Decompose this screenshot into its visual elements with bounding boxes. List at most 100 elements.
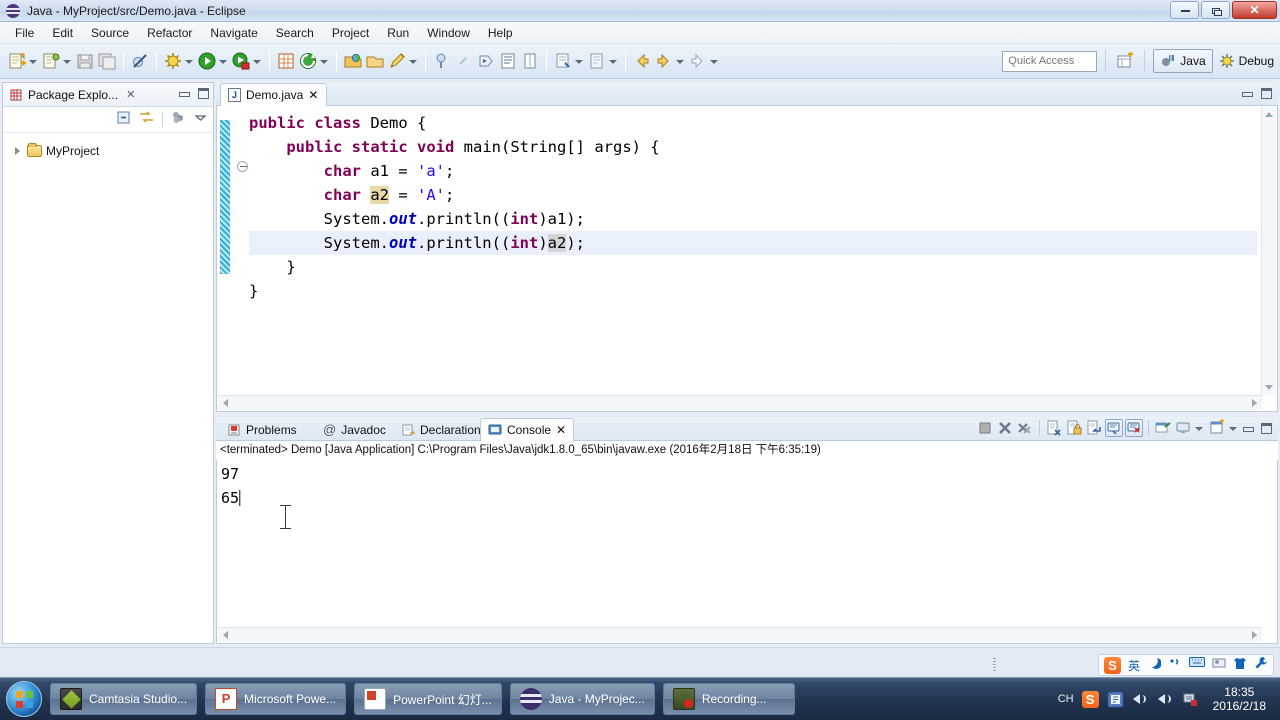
forward-icon[interactable] (654, 51, 674, 71)
taskbar-item-recording[interactable]: Recording... (662, 683, 795, 715)
scroll-down-icon[interactable] (1265, 385, 1273, 390)
display-console-dropdown-icon[interactable] (1194, 419, 1203, 437)
chevron-right-icon[interactable] (13, 146, 23, 156)
coverage-icon[interactable] (231, 51, 251, 71)
pin-console-icon[interactable] (1154, 419, 1172, 437)
tab-package-explorer[interactable]: Package Explo... ✕ (3, 88, 141, 102)
maximize-icon[interactable] (198, 88, 209, 99)
show-console-on-output-icon[interactable] (1105, 419, 1123, 437)
tab-declaration[interactable]: Declaration (394, 418, 488, 441)
menu-item-navigate[interactable]: Navigate (201, 24, 266, 42)
network-icon[interactable] (1182, 691, 1199, 708)
menu-item-edit[interactable]: Edit (43, 24, 82, 42)
punctuation-icon[interactable] (1168, 656, 1182, 675)
coverage-dropdown-icon[interactable] (252, 52, 261, 70)
taskbar-item-camtasia[interactable]: Camtasia Studio... (50, 683, 198, 715)
pencil-icon[interactable] (387, 51, 407, 71)
sogou-logo-icon[interactable]: S (1103, 656, 1121, 674)
console-horizontal-scrollbar[interactable] (218, 627, 1262, 642)
taskbar-item-powerpoint-doc[interactable]: PowerPoint 幻灯... (354, 683, 502, 715)
taskbar-item-eclipse[interactable]: Java - MyProjec... (509, 683, 655, 715)
scroll-right-icon[interactable] (1252, 399, 1257, 407)
close-button[interactable]: ✕ (1232, 1, 1277, 19)
tools-icon[interactable] (1254, 656, 1268, 675)
code-editor[interactable]: public class Demo { public static void m… (216, 106, 1278, 412)
close-icon[interactable]: ✕ (556, 423, 566, 437)
link-with-editor-icon[interactable] (139, 110, 154, 130)
minimize-icon[interactable] (178, 88, 190, 99)
word-wrap-icon[interactable] (1085, 419, 1103, 437)
open-type-icon[interactable] (343, 51, 363, 71)
perspective-java-button[interactable]: Java (1153, 49, 1213, 73)
sogou-logo-icon[interactable]: S (1081, 690, 1099, 708)
menu-item-refactor[interactable]: Refactor (138, 24, 201, 42)
skip-breakpoints-icon[interactable] (130, 51, 150, 71)
ime-mode-label[interactable]: 英 (1128, 657, 1140, 674)
collapse-fold-icon[interactable] (237, 161, 248, 172)
show-console-on-error-icon[interactable] (1125, 419, 1143, 437)
perspective-debug-button[interactable]: Debug (1213, 49, 1280, 73)
forward-dropdown-icon[interactable] (675, 52, 684, 70)
search-icon[interactable] (553, 51, 573, 71)
scroll-left-icon[interactable] (223, 631, 228, 639)
resize-grip[interactable] (993, 658, 996, 672)
clear-console-icon[interactable] (1045, 419, 1063, 437)
previous-edit-icon[interactable] (476, 51, 496, 71)
editor-vertical-scrollbar[interactable] (1261, 107, 1276, 395)
maximize-icon[interactable] (1261, 88, 1272, 99)
open-perspective-icon[interactable] (1115, 51, 1135, 71)
collapse-all-icon[interactable] (116, 110, 131, 130)
external-tools-dropdown-icon[interactable] (319, 52, 328, 70)
toggle-mark-occurrences-icon[interactable] (498, 51, 518, 71)
new-java-project-icon[interactable] (41, 51, 61, 71)
user-card-icon[interactable] (1212, 656, 1226, 675)
start-button[interactable] (6, 681, 42, 717)
menu-item-window[interactable]: Window (418, 24, 479, 42)
console-output-area[interactable]: 97 65 (216, 460, 1278, 644)
run-dropdown-icon[interactable] (218, 52, 227, 70)
run-icon[interactable] (197, 51, 217, 71)
eclipse-tray-icon[interactable] (1107, 691, 1124, 708)
display-selected-console-icon[interactable] (1174, 419, 1192, 437)
new-java-class-icon[interactable] (276, 51, 296, 71)
menu-item-search[interactable]: Search (267, 24, 323, 42)
open-resource-icon[interactable] (587, 51, 607, 71)
moon-icon[interactable] (1147, 656, 1162, 675)
taskbar-item-powerpoint[interactable]: Microsoft Powe... (205, 683, 347, 715)
minimize-icon[interactable] (1242, 423, 1254, 434)
forward-nav-dropdown-icon[interactable] (709, 52, 718, 70)
menu-item-file[interactable]: File (6, 24, 43, 42)
open-resource-dropdown-icon[interactable] (608, 52, 617, 70)
pencil-dropdown-icon[interactable] (408, 52, 417, 70)
tab-problems[interactable]: Problems (220, 418, 304, 441)
menu-item-source[interactable]: Source (82, 24, 138, 42)
new-java-project-dropdown-icon[interactable] (62, 52, 71, 70)
tab-javadoc[interactable]: @ Javadoc (316, 418, 393, 441)
outline-icon[interactable] (520, 51, 540, 71)
menu-item-run[interactable]: Run (378, 24, 418, 42)
open-console-dropdown-icon[interactable] (1228, 419, 1237, 437)
minimize-button[interactable] (1170, 1, 1199, 19)
menu-item-project[interactable]: Project (323, 24, 378, 42)
editor-horizontal-scrollbar[interactable] (218, 395, 1262, 410)
search-dropdown-icon[interactable] (574, 52, 583, 70)
open-task-icon[interactable] (365, 51, 385, 71)
tab-console[interactable]: Console ✕ (480, 418, 575, 441)
menu-item-help[interactable]: Help (479, 24, 522, 42)
scroll-lock-icon[interactable] (1065, 419, 1083, 437)
debug-dropdown-icon[interactable] (184, 52, 193, 70)
minimize-icon[interactable] (1241, 88, 1253, 99)
volume-2-icon[interactable] (1157, 691, 1174, 708)
view-dropdown-icon[interactable] (194, 111, 207, 129)
tray-language-label[interactable]: CH (1058, 693, 1074, 705)
open-console-icon[interactable] (1208, 419, 1226, 437)
remove-all-terminated-icon[interactable] (1016, 419, 1034, 437)
quick-access-input[interactable]: Quick Access (1002, 50, 1098, 72)
scroll-right-icon[interactable] (1252, 631, 1257, 639)
tab-demo-java[interactable]: J Demo.java ✕ (220, 83, 328, 106)
new-wizard-icon[interactable] (7, 51, 27, 71)
taskbar-clock[interactable]: 18:35 2016/2/18 (1207, 685, 1272, 713)
forward-nav-icon[interactable] (688, 51, 708, 71)
debug-icon[interactable] (163, 51, 183, 71)
external-tools-icon[interactable] (298, 51, 318, 71)
